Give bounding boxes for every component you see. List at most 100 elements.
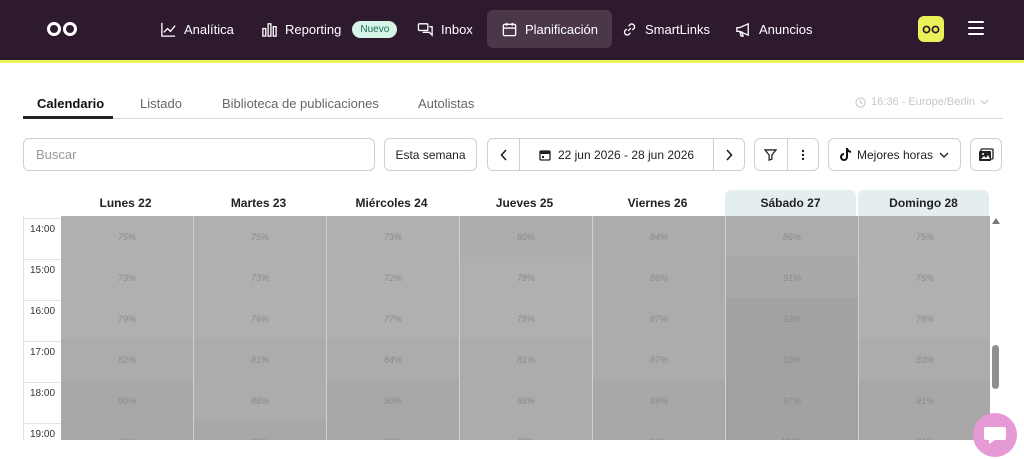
time-slot-cell[interactable]: 76%: [194, 298, 327, 339]
filter-group: [754, 138, 819, 171]
timezone-label: 16:36 - Europe/Berlin: [871, 96, 975, 108]
clock-icon: [855, 96, 866, 108]
metricool-logo[interactable]: [46, 21, 78, 37]
brand-logo-icon: [922, 25, 940, 33]
calendar-icon: [502, 22, 517, 36]
this-week-button[interactable]: Esta semana: [384, 138, 477, 171]
time-slot-cell[interactable]: 93%: [726, 298, 859, 339]
time-slot-cell[interactable]: 87%: [593, 339, 726, 380]
support-chat-button[interactable]: [973, 413, 1017, 457]
time-slot-cell[interactable]: 100%: [726, 421, 859, 440]
time-slot-cell[interactable]: 73%: [194, 257, 327, 298]
time-slot-cell[interactable]: 82%: [61, 339, 194, 380]
date-range-button[interactable]: 22 jun 2026 - 28 jun 2026: [520, 139, 713, 170]
time-slot-cell[interactable]: 97%: [726, 380, 859, 421]
hour-label: 17:00: [30, 347, 56, 358]
time-slot-cell[interactable]: 77%: [327, 298, 460, 339]
more-options-button[interactable]: [787, 139, 818, 170]
time-slot-cell[interactable]: 87%: [593, 298, 726, 339]
tab-biblioteca[interactable]: Biblioteca de publicaciones: [222, 96, 379, 111]
time-slot-cell[interactable]: 90%: [194, 421, 327, 440]
time-slot-cell[interactable]: 91%: [859, 380, 990, 421]
day-header: Martes 23: [230, 196, 287, 210]
time-slot-cell[interactable]: 91%: [726, 257, 859, 298]
time-slot-cell[interactable]: 72%: [327, 257, 460, 298]
chevron-left-icon: [499, 148, 507, 161]
nav-analitica[interactable]: Analítica: [146, 10, 248, 48]
time-slot-cell[interactable]: 91%: [859, 421, 990, 440]
time-slot-cell[interactable]: 92%: [327, 421, 460, 440]
scroll-up-icon[interactable]: [992, 218, 1000, 224]
nav-anuncios[interactable]: Anuncios: [721, 10, 826, 48]
time-slot-cell[interactable]: 83%: [859, 339, 990, 380]
hour-label: 18:00: [30, 388, 56, 399]
tab-listado[interactable]: Listado: [140, 96, 182, 111]
time-slot-cell[interactable]: 73%: [61, 257, 194, 298]
time-slot-cell[interactable]: 86%: [593, 257, 726, 298]
time-slot-cell[interactable]: 89%: [593, 380, 726, 421]
previous-week-button[interactable]: [488, 139, 519, 170]
filter-button[interactable]: [755, 139, 787, 170]
time-slot-cell[interactable]: 73%: [327, 216, 460, 257]
best-times-dropdown[interactable]: Mejores horas: [828, 138, 961, 171]
scroll-thumb[interactable]: [992, 345, 999, 389]
time-slot-cell[interactable]: 86%: [726, 216, 859, 257]
new-badge: Nuevo: [352, 20, 398, 38]
hour-divider: [24, 382, 61, 383]
more-vertical-icon: [801, 149, 804, 160]
time-slot-cell[interactable]: 75%: [859, 257, 990, 298]
time-slot-cell[interactable]: 80%: [460, 216, 593, 257]
best-times-label: Mejores horas: [856, 147, 934, 162]
chevron-down-icon: [980, 99, 989, 105]
time-slot-cell[interactable]: 90%: [61, 380, 194, 421]
time-slot-cell[interactable]: 81%: [194, 339, 327, 380]
search-input[interactable]: [23, 138, 375, 171]
hour-label: 14:00: [30, 224, 56, 235]
menu-icon[interactable]: [968, 21, 984, 35]
chat-icon: [417, 22, 433, 37]
time-slot-cell[interactable]: 90%: [61, 421, 194, 440]
time-slot-cell[interactable]: 90%: [327, 380, 460, 421]
time-slot-cell[interactable]: 84%: [593, 216, 726, 257]
nav-inbox[interactable]: Inbox: [403, 10, 487, 48]
time-slot-cell[interactable]: 88%: [194, 380, 327, 421]
scrollbar[interactable]: [990, 216, 1002, 440]
hour-divider: [24, 300, 61, 301]
time-slot-cell[interactable]: 75%: [194, 216, 327, 257]
day-header: Viernes 26: [627, 196, 688, 210]
time-slot-cell[interactable]: 93%: [726, 339, 859, 380]
time-slot-cell[interactable]: 78%: [460, 257, 593, 298]
calendar-icon: [539, 149, 551, 161]
user-avatar[interactable]: [918, 16, 944, 42]
chart-line-icon: [161, 22, 176, 37]
day-header: Jueves 25: [495, 196, 554, 210]
calendar-header: Lunes 22 Martes 23 Miércoles 24 Jueves 25 Vi…: [60, 190, 990, 216]
time-slot-cell[interactable]: 75%: [61, 216, 194, 257]
time-slot-cell[interactable]: 78%: [859, 298, 990, 339]
time-slot-cell[interactable]: 88%: [460, 380, 593, 421]
nav-planificacion[interactable]: Planificación: [487, 10, 612, 48]
day-header: Domingo 28: [858, 190, 989, 216]
nav-label: Inbox: [441, 21, 473, 37]
time-slot-cell[interactable]: 84%: [327, 339, 460, 380]
next-week-button[interactable]: [714, 139, 744, 170]
nav-label: Analítica: [184, 21, 234, 37]
hour-divider: [24, 423, 61, 424]
media-library-button[interactable]: [970, 138, 1002, 171]
nav-smartlinks[interactable]: SmartLinks: [607, 10, 724, 48]
nav-label: Planificación: [525, 21, 598, 37]
chevron-down-icon: [939, 152, 949, 158]
time-slot-cell[interactable]: 79%: [61, 298, 194, 339]
tab-autolistas[interactable]: Autolistas: [418, 96, 474, 111]
timezone-selector[interactable]: 16:36 - Europe/Berlin: [855, 96, 989, 108]
time-slot-cell[interactable]: 81%: [460, 339, 593, 380]
time-slot-cell[interactable]: 78%: [460, 298, 593, 339]
tab-calendario[interactable]: Calendario: [37, 96, 104, 111]
time-slot-cell[interactable]: 87%: [460, 421, 593, 440]
accent-divider: [0, 60, 1024, 63]
view-tabs: Calendario Listado Biblioteca de publica…: [23, 86, 1003, 119]
nav-reporting[interactable]: Reporting Nuevo: [247, 10, 411, 48]
hour-label: 16:00: [30, 306, 56, 317]
time-slot-cell[interactable]: 90%: [593, 421, 726, 440]
time-slot-cell[interactable]: 75%: [859, 216, 990, 257]
